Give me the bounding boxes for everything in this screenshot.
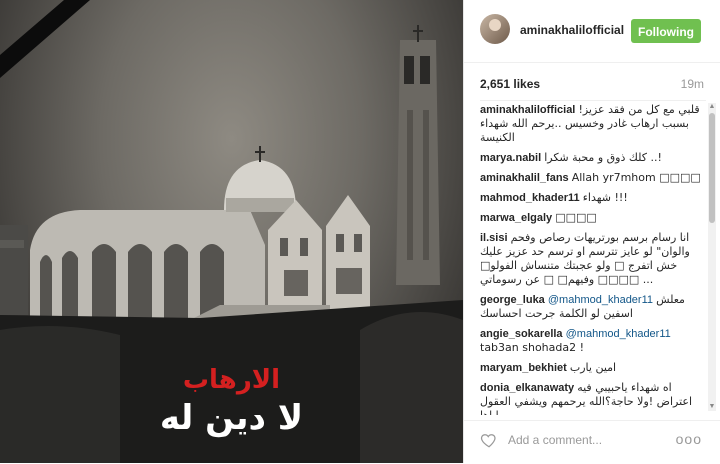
comment-username[interactable]: marya.nabil bbox=[480, 152, 541, 164]
more-options-icon[interactable]: ooo bbox=[676, 431, 702, 447]
comment-item: il.sisi انا رسام برسم بورتريهات رصاص وفح… bbox=[480, 231, 704, 287]
comment-text: شهداء !!! bbox=[582, 191, 628, 204]
comment-username[interactable]: aminakhalilofficial bbox=[480, 104, 575, 116]
following-button[interactable]: Following bbox=[631, 19, 701, 43]
post-meta: 2,651 likes 19m bbox=[480, 77, 704, 95]
username-link[interactable]: aminakhalilofficial bbox=[520, 23, 624, 37]
comments-scrollbar[interactable]: ▲ ▼ bbox=[708, 103, 716, 411]
black-ribbon-icon bbox=[0, 0, 90, 78]
image-caption-red: الارهاب bbox=[182, 365, 281, 395]
comment-item: marya.nabil كلك ذوق و محبة شكرا ..! bbox=[480, 151, 704, 165]
add-comment-input[interactable]: Add a comment... bbox=[508, 433, 602, 447]
comment-username[interactable]: marwa_elgaly bbox=[480, 212, 552, 224]
comment-username[interactable]: mahmod_khader11 bbox=[480, 192, 580, 204]
comment-item: angie_sokarella @mahmod_khader11 tab3an … bbox=[480, 327, 704, 355]
comment-username[interactable]: aminakhalil_fans bbox=[480, 172, 569, 184]
post-time[interactable]: 19m bbox=[681, 77, 704, 91]
comment-item: aminakhalilofficial قلبي مع كل من فقد عز… bbox=[480, 103, 704, 145]
comment-username[interactable]: angie_sokarella bbox=[480, 328, 563, 340]
divider bbox=[480, 100, 706, 101]
comment-text: كلك ذوق و محبة شكرا ..! bbox=[544, 151, 662, 164]
comments-list: aminakhalilofficial قلبي مع كل من فقد عز… bbox=[480, 103, 704, 415]
comment-username[interactable]: il.sisi bbox=[480, 232, 508, 244]
comment-item: donia_elkanawaty اه شهداء ياحبيبي فيه اع… bbox=[480, 381, 704, 415]
comment-item: maryam_bekhiet امين يارب bbox=[480, 361, 704, 375]
comment-item: marwa_elgaly □□□□ bbox=[480, 211, 704, 225]
instagram-post-view: الارهاب لا دين له aminakhalilofficial Fo… bbox=[0, 0, 720, 463]
likes-count[interactable]: 2,651 likes bbox=[480, 77, 540, 91]
comment-mention[interactable]: @mahmod_khader11 bbox=[566, 328, 671, 340]
comment-item: mahmod_khader11 شهداء !!! bbox=[480, 191, 704, 205]
scroll-down-icon[interactable]: ▼ bbox=[708, 403, 716, 411]
comment-item: aminakhalil_fans Allah yr7mhom □□□□ bbox=[480, 171, 704, 185]
comment-text: امين يارب bbox=[569, 361, 617, 374]
comment-username[interactable]: george_luka bbox=[480, 294, 545, 306]
avatar[interactable] bbox=[480, 14, 510, 44]
comment-username[interactable]: maryam_bekhiet bbox=[480, 362, 567, 374]
post-header: aminakhalilofficial Following bbox=[464, 0, 720, 63]
post-details-panel: aminakhalilofficial Following 2,651 like… bbox=[463, 0, 720, 463]
image-caption-white: لا دين له bbox=[159, 398, 304, 438]
comment-text: Allah yr7mhom □□□□ bbox=[571, 171, 701, 184]
scroll-up-icon[interactable]: ▲ bbox=[708, 103, 716, 111]
heart-icon[interactable] bbox=[480, 431, 498, 449]
comment-text: tab3an shohada2 ! bbox=[480, 341, 585, 354]
comment-mention[interactable]: @mahmod_khader11 bbox=[548, 294, 653, 306]
comment-username[interactable]: donia_elkanawaty bbox=[480, 382, 574, 394]
scrollbar-thumb[interactable] bbox=[709, 113, 715, 223]
comment-text: □□□□ bbox=[555, 211, 597, 224]
comment-item: george_luka @mahmod_khader11 معلش اسفين … bbox=[480, 293, 704, 321]
post-footer: Add a comment... ooo bbox=[464, 420, 720, 464]
post-image[interactable]: الارهاب لا دين له bbox=[0, 0, 463, 463]
comment-text: انا رسام برسم بورتريهات رصاص وفحم والوان… bbox=[480, 231, 690, 286]
